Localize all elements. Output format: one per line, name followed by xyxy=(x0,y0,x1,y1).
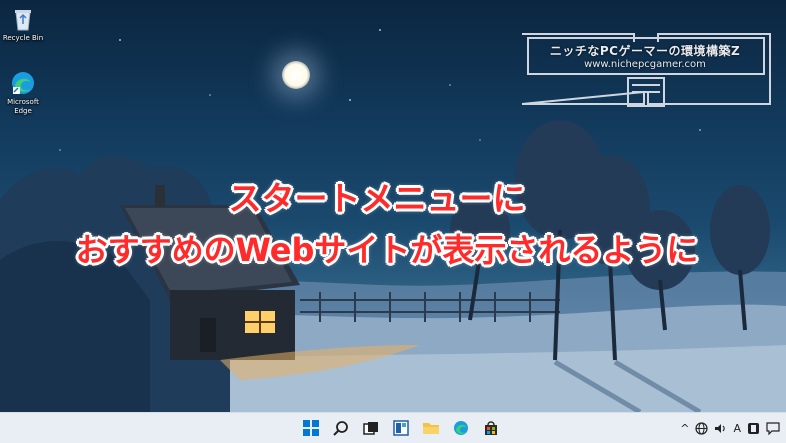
desktop-icon-edge[interactable]: Microsoft Edge xyxy=(0,70,46,116)
taskbar: ^ A xyxy=(0,412,786,443)
widgets-icon xyxy=(393,420,409,436)
edge-icon xyxy=(12,72,34,94)
start-icon xyxy=(303,420,319,436)
volume-icon[interactable] xyxy=(714,422,727,435)
tray-chevron-icon[interactable]: ^ xyxy=(680,422,689,435)
start-button[interactable] xyxy=(300,417,322,439)
task-view-icon xyxy=(363,422,378,435)
desktop-wallpaper: Recycle Bin Microsoft Edge ニッチなPCゲーマーの環境… xyxy=(0,0,786,412)
widgets-button[interactable] xyxy=(390,417,412,439)
store-button[interactable] xyxy=(480,417,502,439)
taskbar-pinned xyxy=(300,417,502,439)
network-icon[interactable] xyxy=(695,421,709,435)
globe-icon xyxy=(695,421,709,435)
ime-mode-icon xyxy=(748,422,759,434)
recycle-bin-icon xyxy=(15,10,31,31)
speaker-icon xyxy=(715,423,726,433)
search-button[interactable] xyxy=(330,417,352,439)
watermark-logo: ニッチなPCゲーマーの環境構築Z www.nichepcgamer.com xyxy=(518,30,774,108)
input-language-indicator[interactable]: A xyxy=(733,422,741,435)
desktop-icon-recycle-bin[interactable]: Recycle Bin xyxy=(0,6,46,43)
file-explorer-icon xyxy=(423,423,439,434)
notification-icon xyxy=(766,421,780,435)
caption-line-2: おすすめのWebサイトが表示されるように xyxy=(75,231,699,269)
task-view-button[interactable] xyxy=(360,417,382,439)
store-icon xyxy=(485,421,497,435)
desktop-icon-label: Recycle Bin xyxy=(2,34,44,42)
caption-line-1: スタートメニューに xyxy=(228,179,526,218)
desktop-icon-label: Microsoft Edge xyxy=(7,98,39,115)
file-explorer-button[interactable] xyxy=(420,417,442,439)
notification-button[interactable] xyxy=(766,421,780,435)
edge-icon xyxy=(454,421,468,435)
system-tray: ^ A xyxy=(680,417,780,439)
edge-button[interactable] xyxy=(450,417,472,439)
search-icon xyxy=(333,421,348,436)
ime-icon[interactable] xyxy=(747,422,760,435)
watermark-url: www.nichepcgamer.com xyxy=(584,59,706,70)
watermark-title: ニッチなPCゲーマーの環境構築Z xyxy=(549,44,741,58)
